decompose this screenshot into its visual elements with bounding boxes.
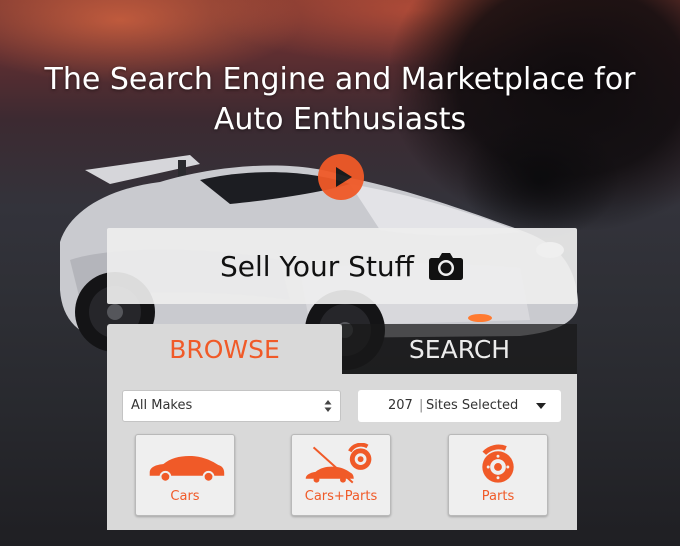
page-headline: The Search Engine and Marketplace for Au… [0,60,680,140]
category-parts-label: Parts [481,489,515,504]
tab-browse[interactable]: BROWSE [107,324,342,374]
select-updown-icon [324,400,332,412]
car-icon [149,455,225,483]
category-parts-button[interactable]: Parts [448,434,548,516]
sites-selected-dropdown[interactable]: 207 | Sites Selected [358,390,561,422]
play-icon [336,167,352,187]
sites-count: 207 [388,398,413,413]
make-select[interactable]: All Makes [122,390,341,422]
cars-plus-parts-icon [305,443,372,484]
caret-down-icon [536,403,546,409]
play-video-button[interactable] [318,154,364,200]
sites-divider: | [419,398,424,413]
category-cars-label: Cars [170,489,200,504]
sell-your-stuff-button[interactable]: Sell Your Stuff [107,228,577,304]
tab-search[interactable]: SEARCH [342,324,577,374]
browse-panel: All Makes 207 | Sites Selected Cars Cars… [107,374,577,530]
category-cars-button[interactable]: Cars [135,434,235,516]
headline-line-2: Auto Enthusiasts [213,102,467,137]
sites-label: Sites Selected [426,398,519,413]
camera-icon [428,253,463,280]
brake-disc-icon [482,444,514,483]
category-cars-parts-button[interactable]: Cars+Parts [291,434,391,516]
headline-line-1: The Search Engine and Marketplace for [44,62,636,97]
sell-label: Sell Your Stuff [220,249,414,283]
make-select-value: All Makes [131,398,193,413]
category-cars-parts-label: Cars+Parts [304,489,378,504]
browse-search-tabs: BROWSE SEARCH [107,324,577,374]
